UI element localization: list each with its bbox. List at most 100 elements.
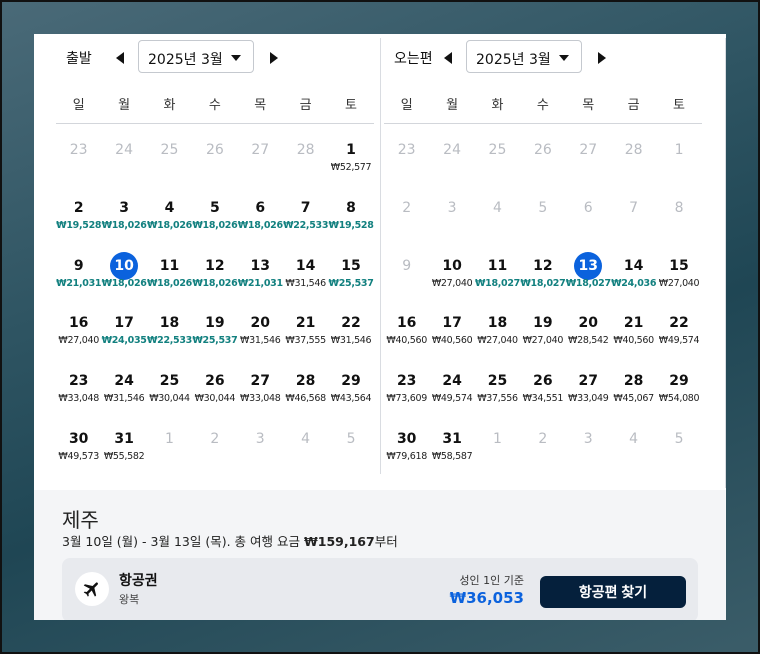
outbound-day-cell[interactable]: 6 ₩18,026 xyxy=(238,194,283,252)
inbound-day-cell[interactable]: 15 ₩27,040 xyxy=(656,252,701,310)
inbound-day-cell[interactable]: 21 ₩40,560 xyxy=(611,309,656,367)
outbound-day-cell[interactable]: 8 ₩19,528 xyxy=(328,194,374,252)
outbound-selected-day[interactable]: 10 ₩18,026 xyxy=(101,251,147,310)
calendar-area: 출발 2025년 3월 일월화수목금토 23 24 25 26 27 28 1 ₩52,577… xyxy=(34,34,726,490)
outbound-day-cell[interactable]: 16 ₩27,040 xyxy=(56,309,101,367)
inbound-day-cell[interactable]: 29 ₩54,080 xyxy=(656,367,701,425)
outbound-day-cell[interactable]: 21 ₩37,555 xyxy=(283,309,328,367)
day-number: 9 xyxy=(402,257,412,274)
outbound-day-cell[interactable]: 17 ₩24,035 xyxy=(101,309,147,367)
day-number: 1 xyxy=(346,142,356,158)
inbound-day-cell[interactable]: 20 ₩28,542 xyxy=(566,309,611,367)
outbound-day-cell[interactable]: 27 ₩33,048 xyxy=(238,367,283,425)
outbound-prev-month-icon[interactable] xyxy=(114,49,128,65)
weekday-label: 월 xyxy=(446,98,459,113)
inbound-day-cell[interactable]: 28 ₩45,067 xyxy=(611,367,656,425)
outbound-label: 출발 xyxy=(66,51,92,67)
outbound-day-cell[interactable]: 24 ₩31,546 xyxy=(101,367,146,425)
day-price: ₩18,027 xyxy=(474,277,520,289)
inbound-next-month-icon[interactable] xyxy=(594,49,608,65)
inbound-day-cell[interactable]: 26 ₩34,551 xyxy=(520,367,565,425)
inbound-day-cell[interactable]: 19 ₩27,040 xyxy=(520,309,565,367)
inbound-day-cell[interactable]: 17 ₩40,560 xyxy=(429,309,474,367)
day-number: 2 xyxy=(538,430,548,447)
inbound-day-cell[interactable]: 25 ₩37,556 xyxy=(475,367,520,425)
day-price: ₩31,546 xyxy=(285,277,326,289)
day-number: 18 xyxy=(159,315,180,332)
outbound-day-cell[interactable]: 12 ₩18,026 xyxy=(192,252,237,310)
day-number: 28 xyxy=(296,142,315,158)
inbound-day-cell[interactable]: 31 ₩58,587 xyxy=(429,425,474,483)
weekday-label: 월 xyxy=(118,98,131,113)
day-price: ₩31,546 xyxy=(239,335,281,347)
outbound-day-cell[interactable]: 9 ₩21,031 xyxy=(56,252,101,310)
find-flights-button[interactable]: 항공편 찾기 xyxy=(540,576,686,608)
outbound-day-cell[interactable]: 2 ₩19,528 xyxy=(56,194,101,252)
outbound-day-cell[interactable]: 11 ₩18,026 xyxy=(147,252,192,310)
outbound-day-cell[interactable]: 26 ₩30,044 xyxy=(192,367,237,425)
outbound-day-cell[interactable]: 22 ₩31,546 xyxy=(328,309,373,367)
day-number: 29 xyxy=(669,373,689,390)
inbound-day-cell[interactable]: 11 ₩18,027 xyxy=(475,252,520,310)
day-number: 29 xyxy=(341,373,361,390)
inbound-day-cell: 1 xyxy=(475,425,520,483)
day-number: 9 xyxy=(73,257,84,274)
day-price: ₩37,556 xyxy=(477,393,518,405)
outbound-day-cell[interactable]: 28 ₩46,568 xyxy=(283,367,328,425)
outbound-day-cell[interactable]: 31 ₩55,582 xyxy=(101,425,146,483)
inbound-weekday-header: 일월화수목금토 xyxy=(384,96,702,124)
chevron-down-icon xyxy=(559,55,569,61)
day-number: 20 xyxy=(250,315,270,332)
day-price: ₩18,026 xyxy=(192,277,238,289)
outbound-day-cell[interactable]: 3 ₩18,026 xyxy=(101,194,147,252)
outbound-day-cell[interactable]: 23 ₩33,048 xyxy=(56,367,101,425)
outbound-weekday-header: 일월화수목금토 xyxy=(56,96,374,124)
outbound-day-cell[interactable]: 7 ₩22,533 xyxy=(283,194,328,252)
day-number: 23 xyxy=(69,142,88,158)
outbound-day-cell[interactable]: 25 ₩30,044 xyxy=(147,367,192,425)
outbound-day-cell[interactable]: 29 ₩43,564 xyxy=(328,367,373,425)
inbound-day-cell: 27 xyxy=(566,136,611,194)
outbound-day-cell[interactable]: 14 ₩31,546 xyxy=(283,252,328,310)
inbound-day-cell[interactable]: 16 ₩40,560 xyxy=(384,309,429,367)
day-number: 16 xyxy=(396,315,417,332)
inbound-day-cell[interactable]: 14 ₩24,036 xyxy=(611,252,656,310)
outbound-day-cell: 5 xyxy=(328,425,373,483)
inbound-day-cell[interactable]: 30 ₩79,618 xyxy=(384,425,429,483)
day-number: 7 xyxy=(300,199,311,216)
outbound-month-select[interactable]: 2025년 3월 xyxy=(138,40,254,73)
inbound-day-cell[interactable]: 23 ₩73,609 xyxy=(384,367,429,425)
inbound-day-cell[interactable]: 12 ₩18,027 xyxy=(520,252,565,310)
day-number: 5 xyxy=(209,199,220,216)
price-basis: 성인 1인 기준 xyxy=(459,574,524,587)
inbound-day-cell[interactable]: 22 ₩49,574 xyxy=(656,309,701,367)
outbound-day-cell[interactable]: 19 ₩25,537 xyxy=(192,309,237,367)
day-number: 2 xyxy=(402,199,412,216)
day-price: ₩73,609 xyxy=(386,393,427,405)
outbound-day-cell[interactable]: 5 ₩18,026 xyxy=(192,194,237,252)
day-price: ₩79,618 xyxy=(386,450,427,462)
outbound-day-cell[interactable]: 1 ₩52,577 xyxy=(328,136,373,194)
day-price: ₩18,026 xyxy=(146,277,192,289)
outbound-day-cell[interactable]: 15 ₩25,537 xyxy=(328,252,374,310)
inbound-day-cell: 3 xyxy=(566,425,611,483)
outbound-day-cell[interactable]: 13 ₩21,031 xyxy=(238,252,283,310)
inbound-selected-day[interactable]: 13 ₩18,027 xyxy=(566,251,611,310)
inbound-day-cell[interactable]: 10 ₩27,040 xyxy=(429,252,474,310)
day-price: ₩31,546 xyxy=(330,335,372,347)
outbound-day-cell[interactable]: 18 ₩22,533 xyxy=(147,309,192,367)
outbound-next-month-icon[interactable] xyxy=(266,49,280,65)
inbound-day-cell[interactable]: 24 ₩49,574 xyxy=(429,367,474,425)
inbound-day-cell[interactable]: 18 ₩27,040 xyxy=(475,309,520,367)
day-price: ₩40,560 xyxy=(431,335,473,347)
inbound-label: 오는편 xyxy=(394,51,433,67)
day-price: ₩37,555 xyxy=(285,335,326,347)
outbound-day-cell: 3 xyxy=(238,425,283,483)
outbound-day-cell[interactable]: 30 ₩49,573 xyxy=(56,425,101,483)
inbound-day-cell[interactable]: 27 ₩33,049 xyxy=(566,367,611,425)
inbound-prev-month-icon[interactable] xyxy=(442,49,456,65)
day-number: 3 xyxy=(119,199,129,216)
inbound-month-select[interactable]: 2025년 3월 xyxy=(466,40,582,73)
outbound-day-cell[interactable]: 4 ₩18,026 xyxy=(147,194,192,252)
outbound-day-cell[interactable]: 20 ₩31,546 xyxy=(238,309,283,367)
